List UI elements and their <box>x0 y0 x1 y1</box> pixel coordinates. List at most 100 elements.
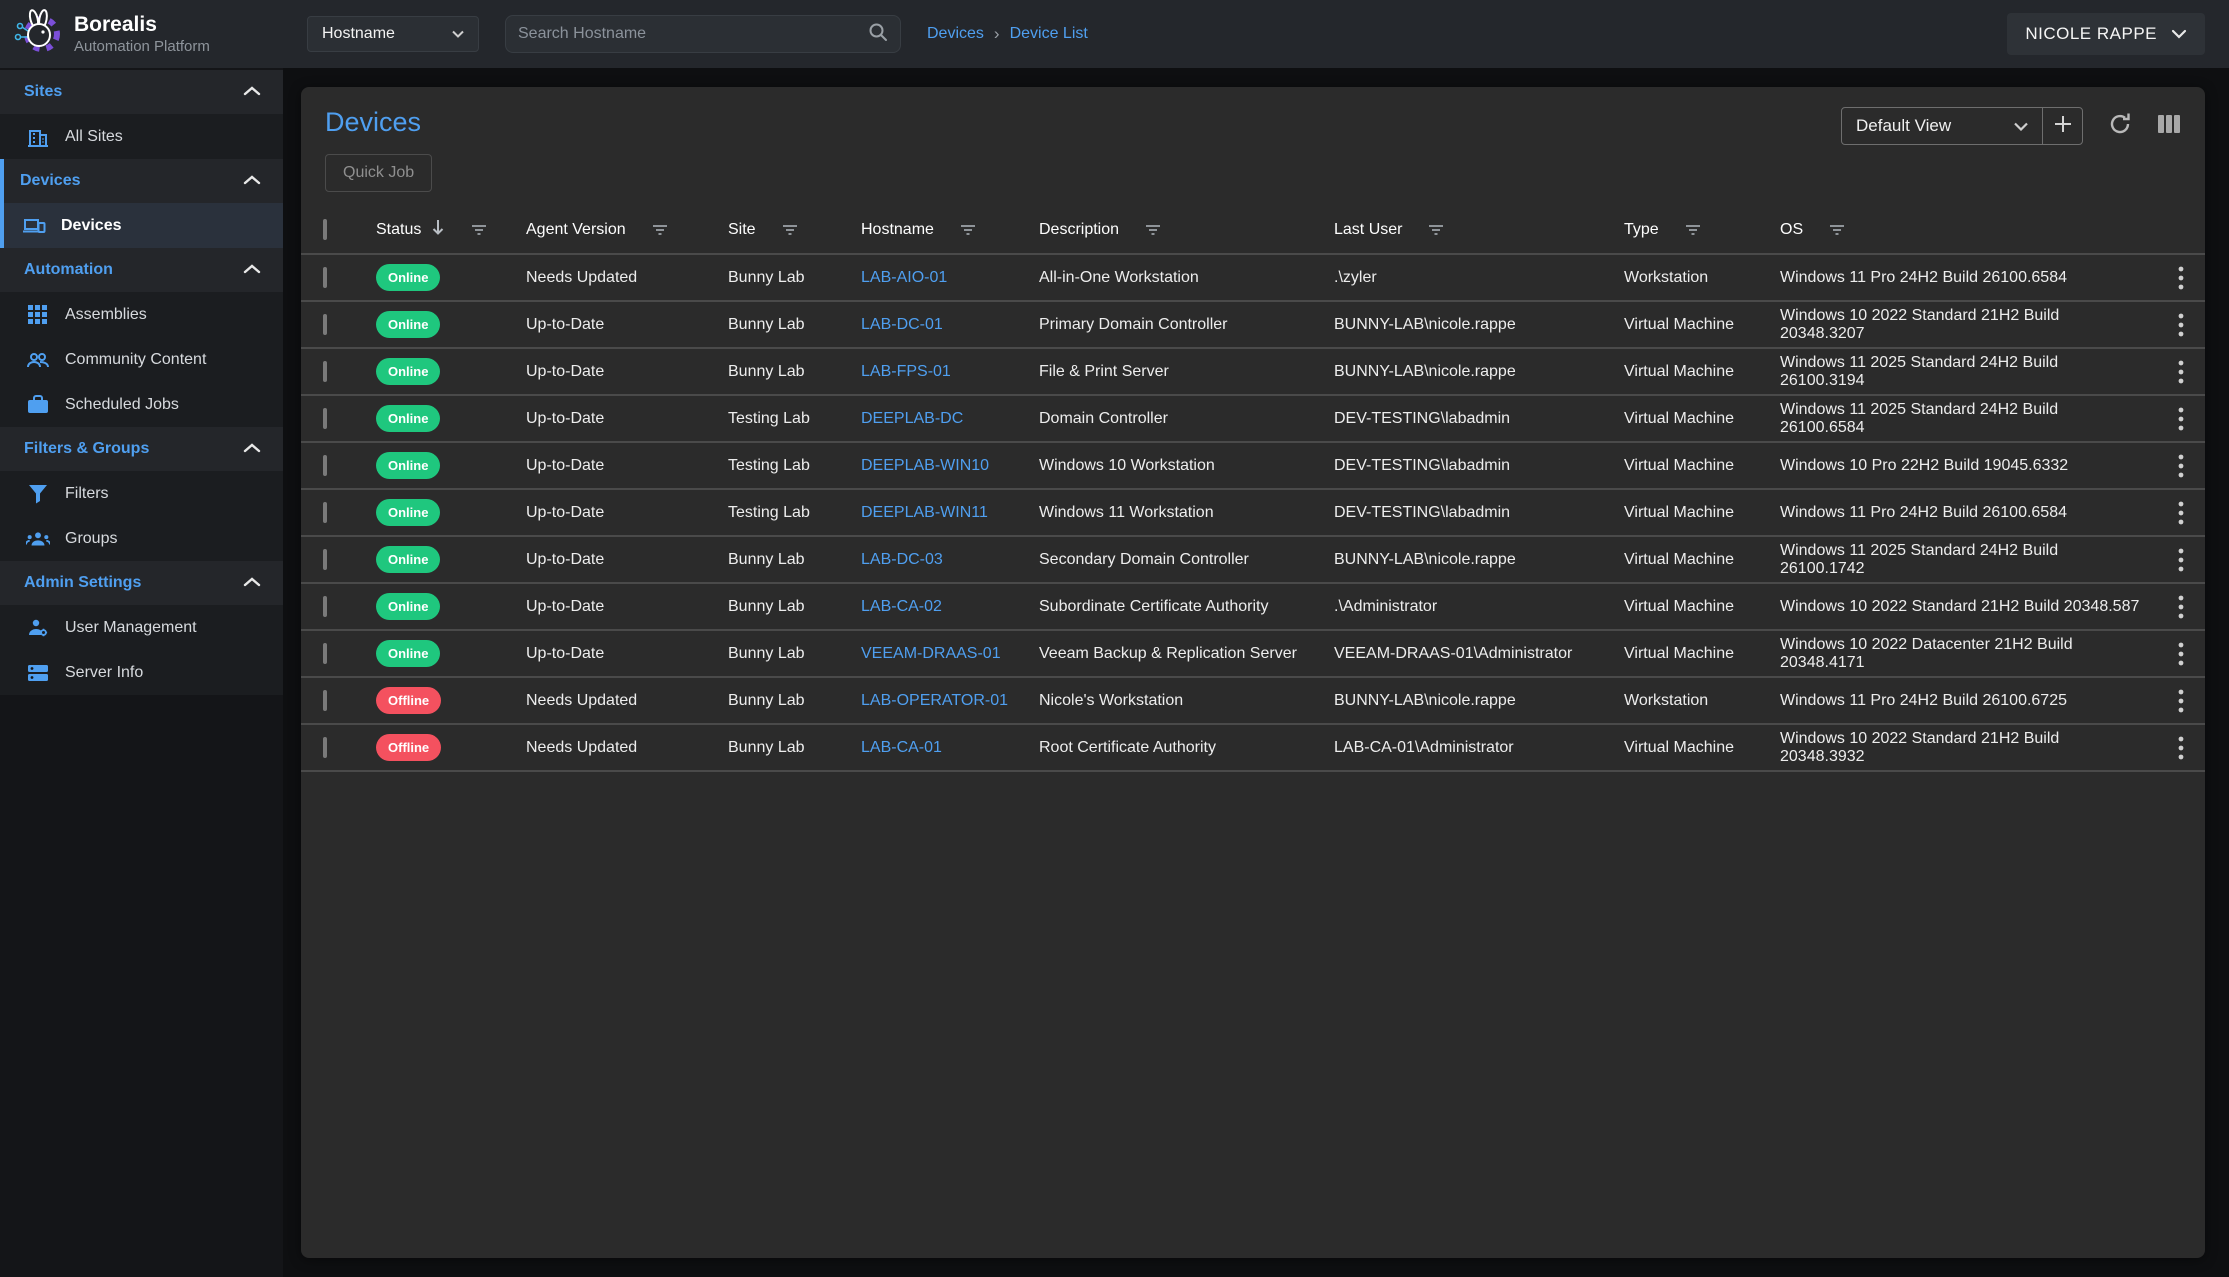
filter-icon[interactable] <box>1428 224 1444 236</box>
sort-descending-icon[interactable] <box>431 219 445 240</box>
row-checkbox[interactable] <box>323 737 327 758</box>
hostname-link[interactable]: LAB-DC-01 <box>861 316 943 333</box>
hostname-link[interactable]: LAB-DC-03 <box>861 551 943 568</box>
column-header-description[interactable]: Description <box>1039 221 1119 239</box>
table-row[interactable]: Online Up-to-Date Bunny Lab LAB-DC-03 Se… <box>301 536 2205 583</box>
row-actions-kebab-icon[interactable] <box>2156 406 2205 432</box>
sidebar-item-assemblies[interactable]: Assemblies <box>0 292 283 337</box>
row-actions-kebab-icon[interactable] <box>2156 312 2205 338</box>
view-toolbar: Default View <box>1841 107 2181 145</box>
type-cell: Virtual Machine <box>1608 348 1764 395</box>
row-actions-kebab-icon[interactable] <box>2156 547 2205 573</box>
table-row[interactable]: Online Up-to-Date Testing Lab DEEPLAB-WI… <box>301 489 2205 536</box>
row-actions-kebab-icon[interactable] <box>2156 594 2205 620</box>
row-actions-kebab-icon[interactable] <box>2156 735 2205 761</box>
table-row[interactable]: Offline Needs Updated Bunny Lab LAB-OPER… <box>301 677 2205 724</box>
filter-icon[interactable] <box>782 224 798 236</box>
filter-icon[interactable] <box>960 224 976 236</box>
chevron-up-icon <box>243 574 261 592</box>
brand-name: Borealis <box>74 13 210 37</box>
row-checkbox[interactable] <box>323 361 327 382</box>
hostname-link[interactable]: LAB-FPS-01 <box>861 363 951 380</box>
row-checkbox[interactable] <box>323 267 327 288</box>
column-header-type[interactable]: Type <box>1624 221 1659 239</box>
row-checkbox[interactable] <box>323 690 327 711</box>
row-checkbox[interactable] <box>323 643 327 664</box>
last-user-cell: DEV-TESTING\labadmin <box>1318 489 1608 536</box>
filter-icon[interactable] <box>1685 224 1701 236</box>
hostname-link[interactable]: DEEPLAB-WIN10 <box>861 457 989 474</box>
search-input[interactable] <box>518 25 868 43</box>
sidebar-item-label: User Management <box>65 619 197 637</box>
row-actions-kebab-icon[interactable] <box>2156 641 2205 667</box>
search-field-selector[interactable]: Hostname <box>307 16 479 52</box>
table-row[interactable]: Online Up-to-Date Bunny Lab LAB-DC-01 Pr… <box>301 301 2205 348</box>
column-header-agent-version[interactable]: Agent Version <box>526 221 626 239</box>
sidebar-item-community-content[interactable]: Community Content <box>0 337 283 382</box>
row-actions-kebab-icon[interactable] <box>2156 453 2205 479</box>
column-header-status[interactable]: Status <box>376 221 421 239</box>
row-actions-kebab-icon[interactable] <box>2156 688 2205 714</box>
row-checkbox[interactable] <box>323 596 327 617</box>
hostname-link[interactable]: LAB-CA-01 <box>861 739 942 756</box>
table-row[interactable]: Online Up-to-Date Bunny Lab LAB-FPS-01 F… <box>301 348 2205 395</box>
row-actions-kebab-icon[interactable] <box>2156 359 2205 385</box>
sidebar-item-filters[interactable]: Filters <box>0 471 283 516</box>
site-cell: Bunny Lab <box>712 724 845 771</box>
sidebar-item-devices[interactable]: Devices <box>0 203 283 248</box>
table-row[interactable]: Online Up-to-Date Testing Lab DEEPLAB-WI… <box>301 442 2205 489</box>
breadcrumb-device-list[interactable]: Device List <box>1010 25 1088 43</box>
hostname-link[interactable]: LAB-CA-02 <box>861 598 942 615</box>
sidebar-section-automation[interactable]: Automation <box>0 248 283 292</box>
filter-icon[interactable] <box>1829 224 1845 236</box>
row-checkbox[interactable] <box>323 408 327 429</box>
search-icon[interactable] <box>868 22 888 47</box>
column-header-os[interactable]: OS <box>1780 221 1803 239</box>
chevron-up-icon <box>243 172 261 190</box>
sidebar-item-scheduled-jobs[interactable]: Scheduled Jobs <box>0 382 283 427</box>
sidebar-item-user-management[interactable]: User Management <box>0 605 283 650</box>
column-header-hostname[interactable]: Hostname <box>861 221 934 239</box>
row-checkbox[interactable] <box>323 549 327 570</box>
filter-icon[interactable] <box>471 224 487 236</box>
row-checkbox[interactable] <box>323 502 327 523</box>
table-row[interactable]: Online Up-to-Date Bunny Lab VEEAM-DRAAS-… <box>301 630 2205 677</box>
description-cell: Subordinate Certificate Authority <box>1023 583 1318 630</box>
quick-job-button[interactable]: Quick Job <box>325 154 432 192</box>
row-checkbox[interactable] <box>323 455 327 476</box>
add-view-button[interactable] <box>2042 108 2082 144</box>
select-all-checkbox[interactable] <box>323 219 327 240</box>
sidebar-section-sites[interactable]: Sites <box>0 70 283 114</box>
table-row[interactable]: Online Up-to-Date Bunny Lab LAB-CA-02 Su… <box>301 583 2205 630</box>
hostname-link[interactable]: LAB-OPERATOR-01 <box>861 692 1008 709</box>
sidebar-section-admin-settings[interactable]: Admin Settings <box>0 561 283 605</box>
hostname-link[interactable]: LAB-AIO-01 <box>861 269 947 286</box>
hostname-link[interactable]: VEEAM-DRAAS-01 <box>861 645 1001 662</box>
site-cell: Bunny Lab <box>712 301 845 348</box>
user-menu-button[interactable]: NICOLE RAPPE <box>2007 13 2205 55</box>
row-actions-kebab-icon[interactable] <box>2156 265 2205 291</box>
people-icon <box>26 348 50 372</box>
table-row[interactable]: Online Up-to-Date Testing Lab DEEPLAB-DC… <box>301 395 2205 442</box>
table-row[interactable]: Online Needs Updated Bunny Lab LAB-AIO-0… <box>301 254 2205 301</box>
column-header-site[interactable]: Site <box>728 221 756 239</box>
sidebar-item-groups[interactable]: Groups <box>0 516 283 561</box>
breadcrumb-devices[interactable]: Devices <box>927 25 984 43</box>
hostname-link[interactable]: DEEPLAB-WIN11 <box>861 504 988 521</box>
hostname-link[interactable]: DEEPLAB-DC <box>861 410 963 427</box>
description-cell: All-in-One Workstation <box>1023 254 1318 301</box>
sidebar-section-devices[interactable]: Devices <box>0 159 283 203</box>
row-actions-kebab-icon[interactable] <box>2156 500 2205 526</box>
row-checkbox[interactable] <box>323 314 327 335</box>
columns-button[interactable] <box>2157 113 2181 140</box>
sidebar-section-filters-groups[interactable]: Filters & Groups <box>0 427 283 471</box>
filter-icon[interactable] <box>1145 224 1161 236</box>
filter-icon[interactable] <box>652 224 668 236</box>
refresh-button[interactable] <box>2107 111 2133 142</box>
view-selector[interactable]: Default View <box>1842 108 2042 144</box>
sidebar-item-server-info[interactable]: Server Info <box>0 650 283 695</box>
sidebar-item-all-sites[interactable]: All Sites <box>0 114 283 159</box>
column-header-last-user[interactable]: Last User <box>1334 221 1402 239</box>
topbar: Hostname Devices › Device List NICOLE RA… <box>283 0 2229 68</box>
table-row[interactable]: Offline Needs Updated Bunny Lab LAB-CA-0… <box>301 724 2205 771</box>
